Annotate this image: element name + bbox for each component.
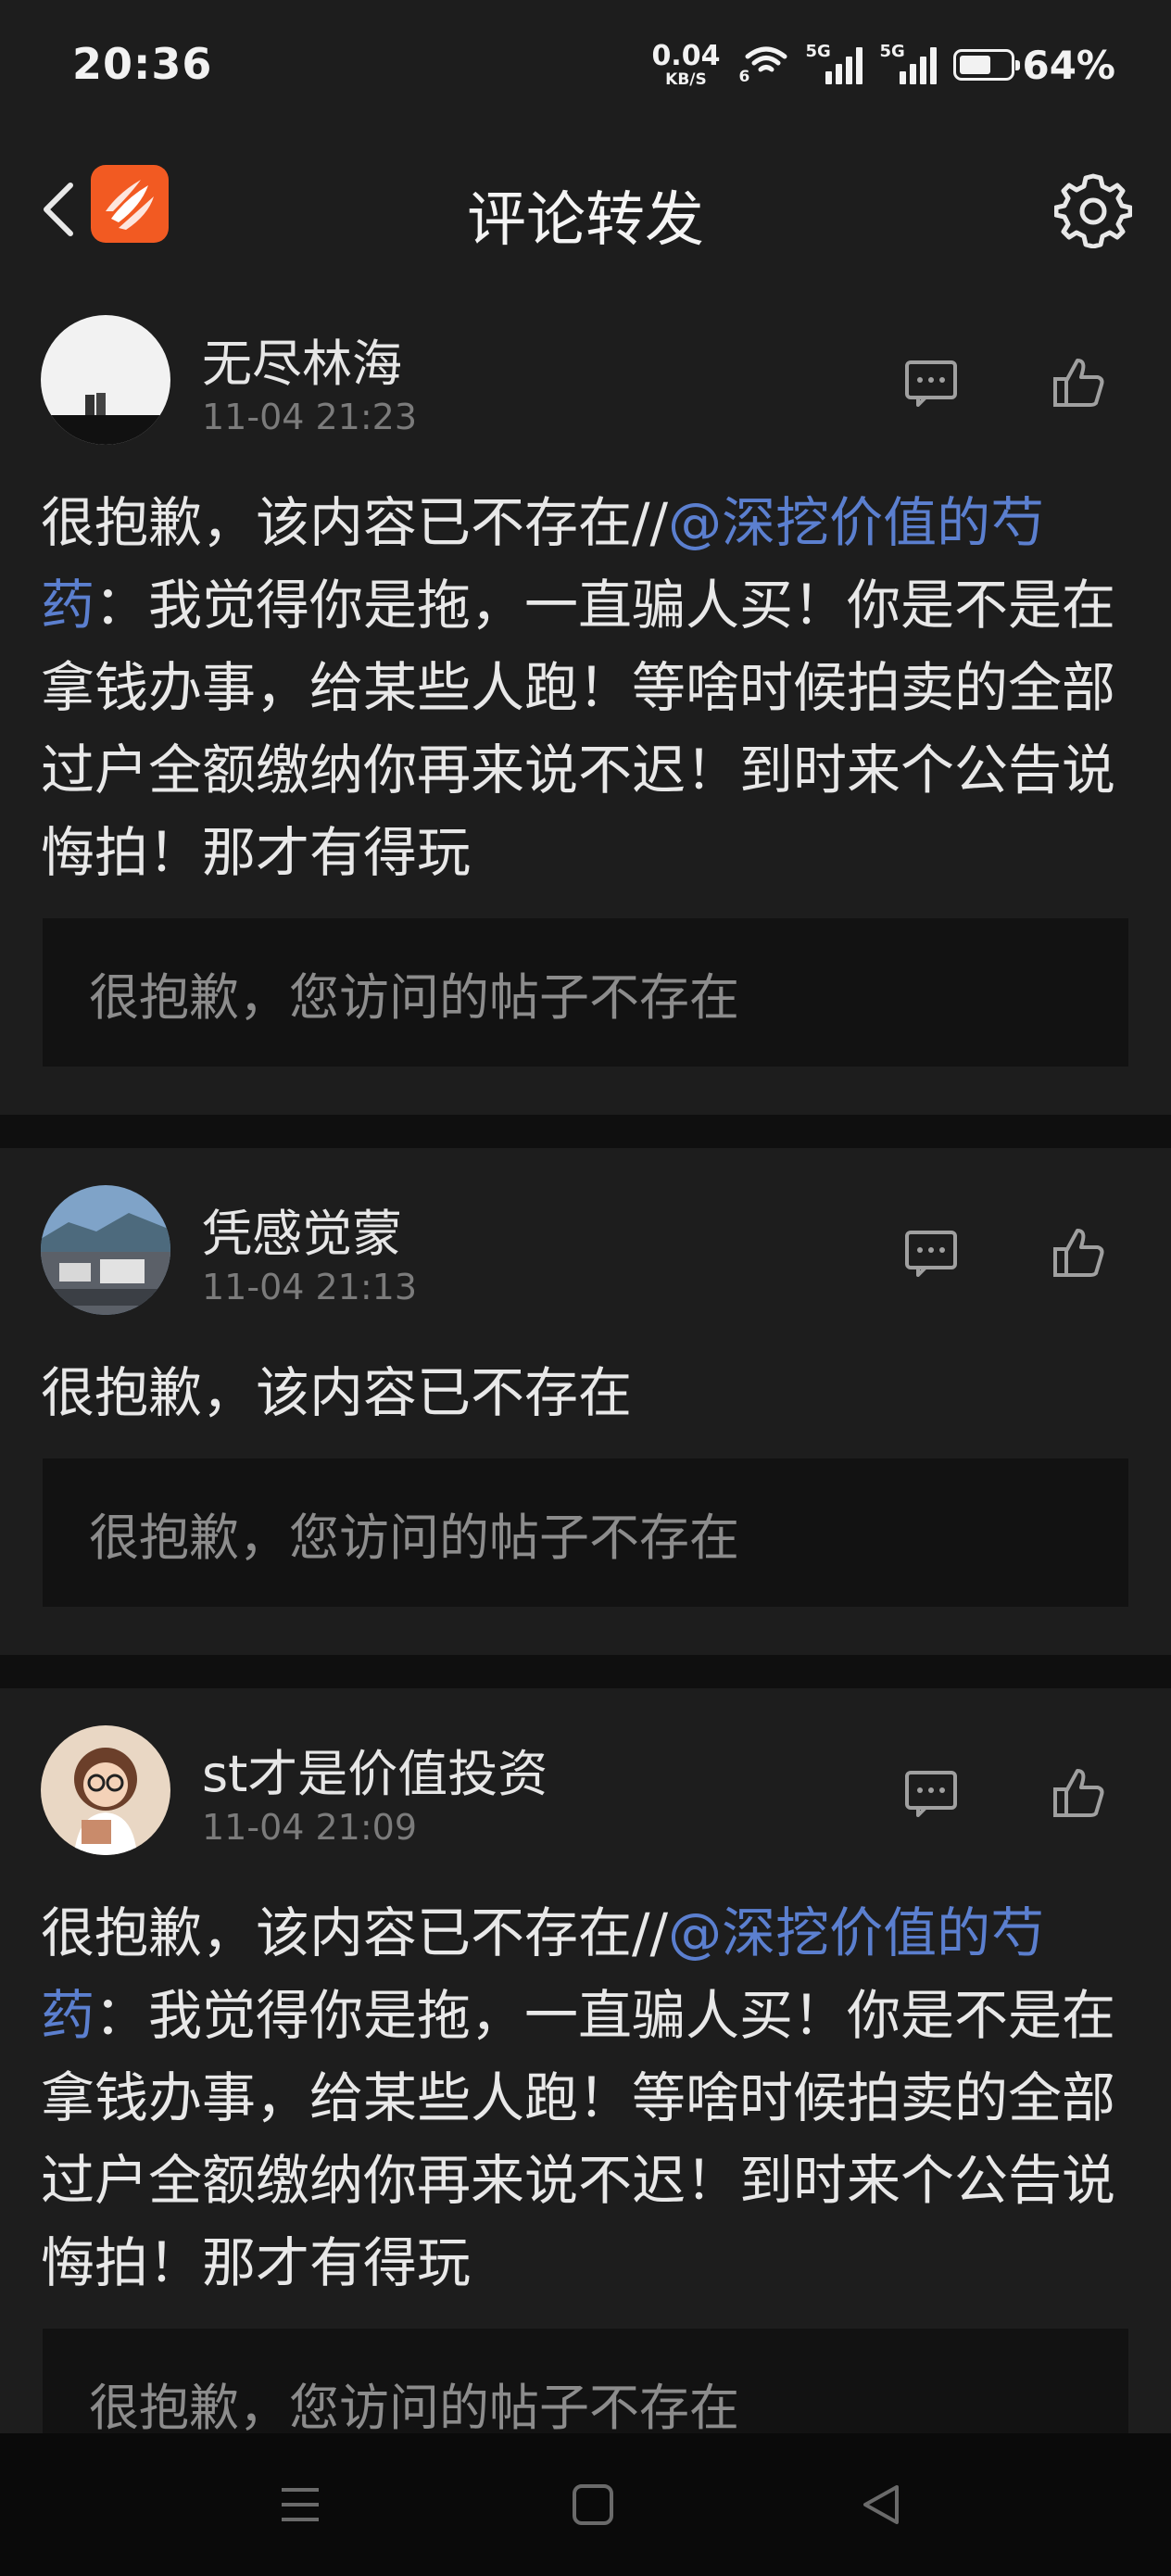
post-text-quote: ：我觉得你是拖，一直骗人买！你是不是在拿钱办事，给某些人跑！等啥时候拍卖的全部过… <box>41 1984 1116 2294</box>
post-card: 凭感觉蒙 11-04 21:13 很抱歉，该内容已不存在 很抱歉，您访问的帖子不… <box>0 1148 1171 1655</box>
thumbs-up-icon <box>1053 1229 1104 1277</box>
settings-button[interactable] <box>1049 165 1138 254</box>
post-text: 很抱歉，该内容已不存在//@深挖价值的芍药：我觉得你是拖，一直骗人买！你是不是在… <box>41 482 1132 894</box>
home-button[interactable] <box>556 2468 630 2542</box>
username[interactable]: 凭感觉蒙 <box>202 1193 402 1266</box>
page-title: 评论转发 <box>467 186 704 255</box>
post-text: 很抱歉，该内容已不存在 <box>41 1352 1132 1434</box>
avatar[interactable] <box>41 1185 170 1315</box>
quoted-post-text: 很抱歉，您访问的帖子不存在 <box>89 967 739 1027</box>
avatar[interactable] <box>41 1725 170 1855</box>
post-text-main: 很抱歉，该内容已不存在// <box>41 1901 669 1964</box>
comment-icon <box>905 1771 957 1817</box>
comment-button[interactable] <box>889 1211 973 1294</box>
comment-feed[interactable]: 无尽林海 11-04 21:23 很抱歉，该内容已不存在//@深挖价值的芍药：我… <box>0 278 1171 2433</box>
timestamp: 11-04 21:13 <box>202 1267 418 1307</box>
gear-icon <box>1054 173 1132 248</box>
system-nav-bar <box>0 2433 1171 2576</box>
comment-icon <box>905 360 957 407</box>
username[interactable]: 无尽林海 <box>202 322 402 396</box>
quoted-post-text: 很抱歉，您访问的帖子不存在 <box>89 1508 739 1567</box>
system-back-button[interactable] <box>843 2468 917 2542</box>
like-button[interactable] <box>1038 1751 1121 1835</box>
menu-icon <box>282 2488 319 2521</box>
home-square-icon <box>573 2484 613 2525</box>
like-button[interactable] <box>1038 1211 1121 1294</box>
back-triangle-icon <box>863 2485 899 2524</box>
quoted-post[interactable]: 很抱歉，您访问的帖子不存在 <box>43 2329 1128 2433</box>
post-card: st才是价值投资 11-04 21:09 很抱歉，该内容已不存在//@深挖价值的… <box>0 1688 1171 2433</box>
avatar[interactable] <box>41 315 170 445</box>
comment-button[interactable] <box>889 1751 973 1835</box>
top-app-bar: 评论转发 <box>0 139 1171 278</box>
post-card: 无尽林海 11-04 21:23 很抱歉，该内容已不存在//@深挖价值的芍药：我… <box>0 278 1171 1115</box>
comment-button[interactable] <box>889 341 973 424</box>
thumbs-up-icon <box>1053 1769 1104 1817</box>
post-text-main: 很抱歉，该内容已不存在// <box>41 491 669 554</box>
signal-icon-2: 5G <box>879 42 938 88</box>
quoted-post[interactable]: 很抱歉，您访问的帖子不存在 <box>43 918 1128 1067</box>
wifi-icon: 6 <box>737 42 788 88</box>
battery-icon: 64% <box>953 43 1115 88</box>
battery-fill <box>960 56 991 74</box>
net-speed-unit: KB/S <box>665 69 707 89</box>
timestamp: 11-04 21:23 <box>202 397 418 437</box>
quoted-post[interactable]: 很抱歉，您访问的帖子不存在 <box>43 1458 1128 1607</box>
net-speed: 0.04 KB/S <box>651 39 721 89</box>
comment-icon <box>905 1231 957 1277</box>
quoted-post-text: 很抱歉，您访问的帖子不存在 <box>89 2378 739 2434</box>
like-button[interactable] <box>1038 341 1121 424</box>
post-text-main: 很抱歉，该内容已不存在 <box>41 1361 633 1424</box>
status-icons: 0.04 KB/S 6 5G 5G 64% <box>651 37 1115 93</box>
thumbs-up-icon <box>1053 359 1104 407</box>
battery-percent: 64% <box>1022 42 1115 88</box>
username[interactable]: st才是价值投资 <box>202 1733 548 1806</box>
net-speed-value: 0.04 <box>651 39 721 72</box>
status-time: 20:36 <box>72 39 213 89</box>
battery-shell <box>953 49 1021 81</box>
signal-icon-1: 5G <box>805 42 863 88</box>
post-text-quote: ：我觉得你是拖，一直骗人买！你是不是在拿钱办事，给某些人跑！等啥时候拍卖的全部过… <box>41 574 1116 884</box>
menu-button[interactable] <box>263 2468 337 2542</box>
timestamp: 11-04 21:09 <box>202 1807 418 1848</box>
post-text: 很抱歉，该内容已不存在//@深挖价值的芍药：我觉得你是拖，一直骗人买！你是不是在… <box>41 1892 1132 2305</box>
status-bar: 20:36 0.04 KB/S 6 5G 5G 64% <box>0 0 1171 139</box>
wifi-label: 6 <box>738 68 750 86</box>
